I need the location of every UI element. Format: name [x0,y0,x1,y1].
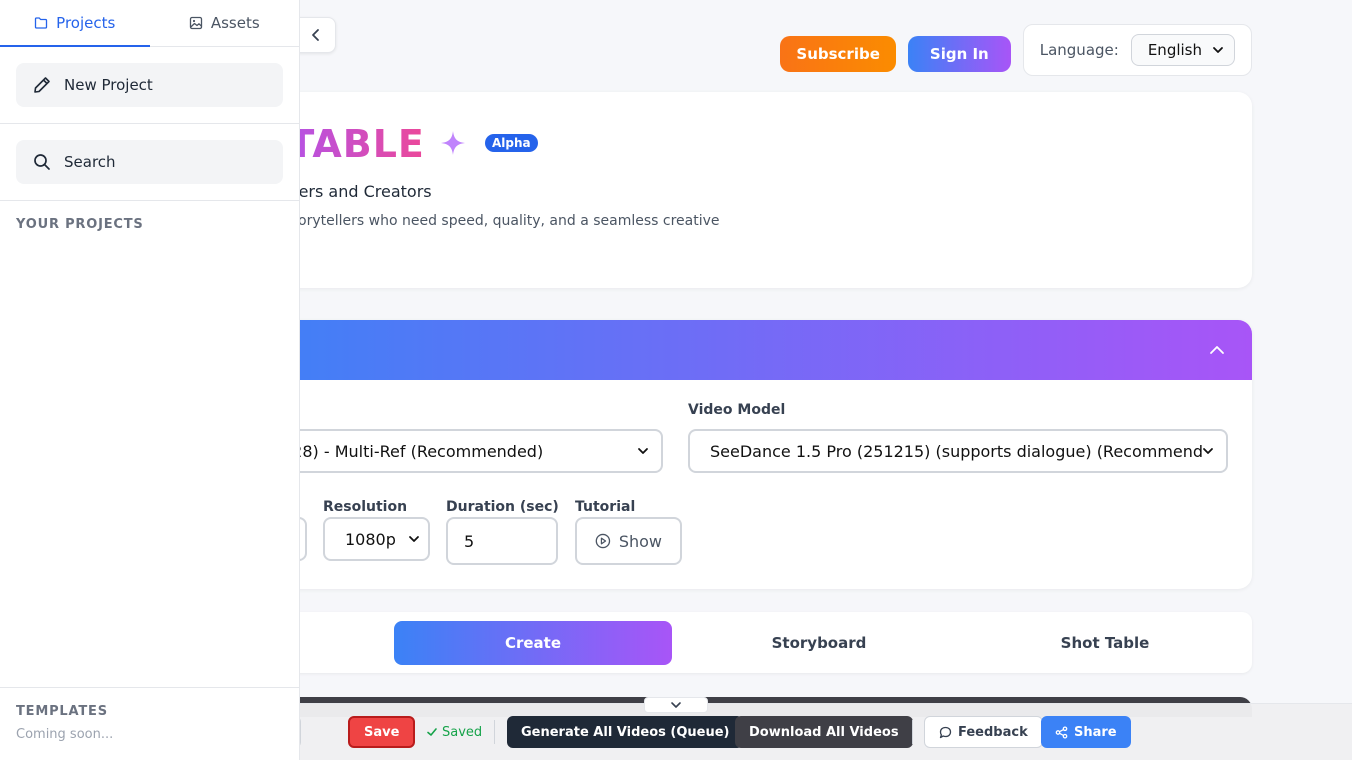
settings-card: 128) - Multi-Ref (Recommended) Video Mod… [220,320,1252,589]
duration-input[interactable]: 5 [446,517,558,565]
resolution-select[interactable]: 1080p [323,517,430,561]
sidebar-tab-projects-label: Projects [56,14,116,32]
share-button[interactable]: Share [1041,716,1131,748]
save-button[interactable]: Save [348,716,416,748]
templates-heading: TEMPLATES [16,704,108,719]
language-value: English [1147,41,1202,59]
tab-shot-table[interactable]: Shot Table [966,621,1244,665]
search-icon [34,154,50,170]
chevron-down-icon [1203,448,1213,454]
share-icon [1055,725,1068,739]
tab-storyboard[interactable]: Storyboard [680,621,958,665]
chevron-down-icon [1213,47,1223,53]
sidebar-tabs: Projects Assets [0,0,299,47]
resolution-label: Resolution [323,499,408,515]
check-icon [427,728,437,736]
share-label: Share [1074,724,1117,740]
chevron-down-icon [638,448,648,454]
new-project-label: New Project [64,76,153,94]
sidebar-tab-assets-label: Assets [210,14,260,32]
toolbar-collapse-handle[interactable] [644,697,708,713]
collapse-sidebar-button[interactable] [296,17,336,53]
image-icon [189,16,202,30]
toolbar-divider [494,720,495,744]
alpha-badge: Alpha [485,134,538,152]
your-projects-heading: YOUR PROJECTS [16,217,144,232]
language-label: Language: [1039,41,1119,59]
chevron-up-icon[interactable] [1208,341,1226,359]
tab-create[interactable]: Create [394,621,672,665]
subscribe-button[interactable]: Subscribe [780,36,896,72]
chevron-down-icon [409,536,419,542]
video-model-label: Video Model [688,402,786,418]
sidebar: Projects Assets New Project Search YOUR … [0,0,300,760]
search-button[interactable]: Search [16,140,283,184]
tutorial-show-label: Show [618,531,662,551]
duration-label: Duration (sec) [446,499,559,515]
language-selector-box: Language: English [1022,24,1252,76]
feedback-label: Feedback [958,724,1028,740]
new-project-section: New Project [0,47,299,124]
image-model-select[interactable]: 128) - Multi-Ref (Recommended) [260,429,663,473]
hero-card: STABLE Alpha ilmmakers and Creators visu… [220,92,1252,288]
new-project-button[interactable]: New Project [16,63,283,107]
main-tabs: Create Storyboard Shot Table [220,612,1252,673]
tutorial-label: Tutorial [575,499,636,515]
message-icon [939,726,952,738]
resolution-value: 1080p [345,529,396,549]
settings-header[interactable] [220,320,1252,380]
chevron-left-icon [312,29,319,41]
templates-status: Coming soon... [16,727,114,742]
search-section: Search [0,124,299,201]
sign-in-button[interactable]: Sign In [907,36,1011,72]
search-label: Search [64,153,116,171]
sidebar-tab-projects[interactable]: Projects [0,0,150,47]
chevron-down-icon [671,702,681,708]
tutorial-show-button[interactable]: Show [575,517,682,565]
language-select[interactable]: English [1130,34,1235,66]
templates-section: TEMPLATES Coming soon... [0,687,299,760]
sparkle-icon [441,131,465,155]
download-all-videos-button[interactable]: Download All Videos [735,716,913,748]
video-model-select[interactable]: SeeDance 1.5 Pro (251215) (supports dial… [688,429,1228,473]
top-bar: Subscribe Sign In Language: English [780,24,1252,76]
saved-status: Saved [426,716,482,748]
sidebar-tab-assets[interactable]: Assets [150,0,300,46]
image-model-value: 128) - Multi-Ref (Recommended) [282,441,544,461]
toolbar-divider [912,720,913,744]
pencil-icon [34,77,50,93]
video-model-value: SeeDance 1.5 Pro (251215) (supports dial… [710,441,1202,461]
folder-icon [35,17,48,29]
play-circle-icon [595,533,611,549]
feedback-button[interactable]: Feedback [924,716,1043,748]
hero-description: visual storytellers who need speed, qual… [240,213,720,229]
your-projects-section: YOUR PROJECTS [0,201,299,248]
generate-all-videos-button[interactable]: Generate All Videos (Queue) [507,716,744,748]
saved-status-label: Saved [442,724,483,740]
